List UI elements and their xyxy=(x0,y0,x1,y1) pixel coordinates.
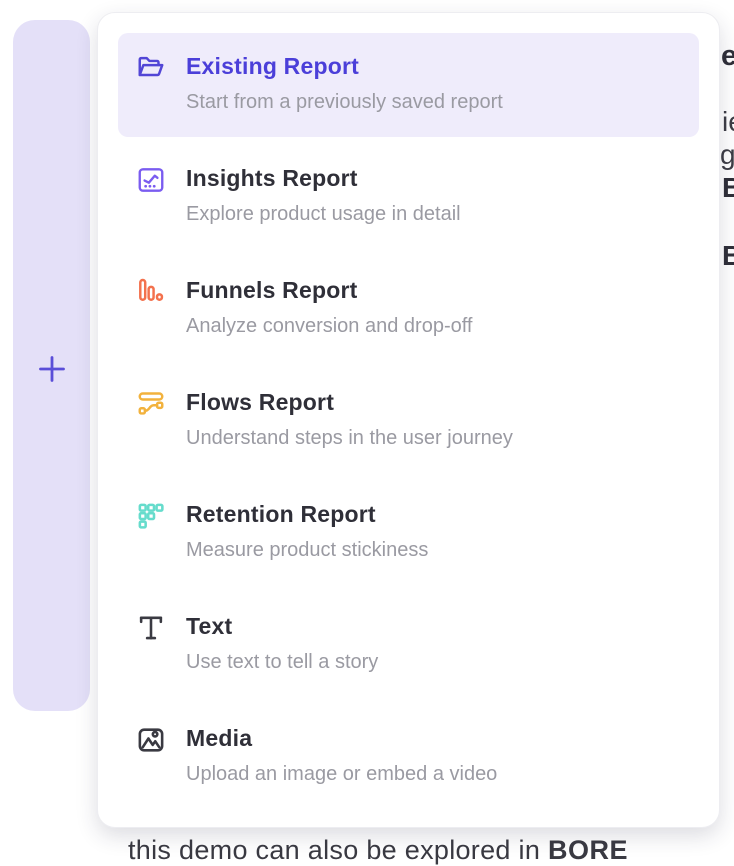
folder-open-icon xyxy=(136,53,166,83)
plus-icon xyxy=(37,354,67,384)
menu-item-title: Insights Report xyxy=(186,164,461,192)
menu-item-subtitle: Measure product stickiness xyxy=(186,538,428,562)
menu-item-title: Media xyxy=(186,724,497,752)
insights-chart-icon xyxy=(136,165,166,195)
menu-item-retention-report[interactable]: Retention Report Measure product stickin… xyxy=(118,481,699,585)
menu-item-title: Flows Report xyxy=(186,388,513,416)
menu-item-subtitle: Understand steps in the user journey xyxy=(186,426,513,450)
clipped-text-fragment: gB xyxy=(720,139,734,171)
menu-item-title: Funnels Report xyxy=(186,276,472,304)
menu-item-existing-report[interactable]: Existing Report Start from a previously … xyxy=(118,33,699,137)
menu-item-title: Text xyxy=(186,612,378,640)
menu-item-insights-report[interactable]: Insights Report Explore product usage in… xyxy=(118,145,699,249)
clipped-text-fragment: ex xyxy=(721,40,734,73)
menu-item-title: Retention Report xyxy=(186,500,428,528)
clipped-text-fragment: ie xyxy=(722,106,734,138)
menu-item-subtitle: Explore product usage in detail xyxy=(186,202,461,226)
flows-icon xyxy=(136,389,166,419)
clipped-text-fragment: B xyxy=(722,172,734,204)
menu-item-title: Existing Report xyxy=(186,52,503,80)
menu-item-text[interactable]: Text Use text to tell a story xyxy=(118,593,699,697)
menu-item-subtitle: Upload an image or embed a video xyxy=(186,762,497,786)
clipped-text-fragment: this demo can also be explored in BORE xyxy=(128,835,628,866)
board-add-rail xyxy=(13,20,90,711)
menu-item-media[interactable]: Media Upload an image or embed a video xyxy=(118,705,699,809)
add-content-button[interactable] xyxy=(34,351,70,387)
clipped-text-fragment: B xyxy=(722,240,734,272)
menu-item-funnels-report[interactable]: Funnels Report Analyze conversion and dr… xyxy=(118,257,699,361)
menu-item-flows-report[interactable]: Flows Report Understand steps in the use… xyxy=(118,369,699,473)
menu-item-subtitle: Analyze conversion and drop-off xyxy=(186,314,472,338)
menu-item-subtitle: Start from a previously saved report xyxy=(186,90,503,114)
text-icon xyxy=(136,613,166,643)
menu-item-subtitle: Use text to tell a story xyxy=(186,650,378,674)
add-report-menu: Existing Report Start from a previously … xyxy=(97,12,720,828)
retention-grid-icon xyxy=(136,501,166,531)
media-image-icon xyxy=(136,725,166,755)
funnel-bars-icon xyxy=(136,277,166,307)
